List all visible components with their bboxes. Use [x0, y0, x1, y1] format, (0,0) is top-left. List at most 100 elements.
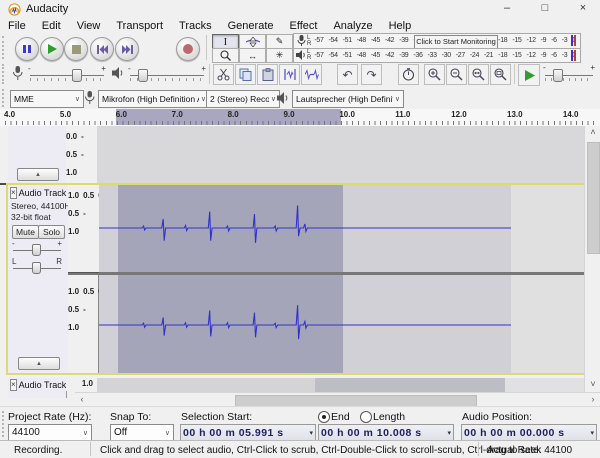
- trim-audio-button[interactable]: [279, 64, 300, 85]
- scroll-left-arrow[interactable]: ‹: [75, 393, 89, 407]
- recording-meter[interactable]: LR -57-54-51-48-45-42-39-36-33-30-27-24-…: [293, 33, 581, 49]
- menu-item[interactable]: View: [69, 20, 109, 32]
- start-monitoring-button[interactable]: Click to Start Monitoring: [414, 35, 498, 49]
- playback-meter[interactable]: LR -57-54-51-48-45-42-39-36-33-30-27-24-…: [293, 48, 581, 64]
- fit-selection-button[interactable]: [468, 64, 489, 85]
- skip-to-start-button[interactable]: [90, 37, 114, 61]
- pan-slider[interactable]: L R: [12, 259, 62, 275]
- meter-scale-number: -57: [314, 49, 323, 62]
- close-track-button[interactable]: ×: [10, 379, 17, 391]
- pan-thumb[interactable]: [32, 262, 41, 274]
- fit-project-button[interactable]: [490, 64, 511, 85]
- gain-thumb[interactable]: [32, 244, 41, 256]
- vertical-scrollbar[interactable]: ˄ ˅: [584, 126, 600, 392]
- meter-scale-number: -45: [371, 34, 380, 47]
- play-speed-slider[interactable]: - +: [543, 64, 595, 84]
- scroll-down-arrow[interactable]: ˅: [585, 378, 600, 392]
- recording-volume-thumb[interactable]: [72, 69, 82, 82]
- track-title[interactable]: Audio Track: [19, 380, 67, 390]
- menu-item[interactable]: Tracks: [171, 20, 220, 32]
- snap-to-select[interactable]: Off∨: [110, 424, 174, 441]
- envelope-tool-button[interactable]: [239, 34, 266, 49]
- recording-volume-slider[interactable]: - +: [28, 64, 106, 84]
- playback-device-select[interactable]: Lautsprecher (High Definitio∨: [292, 90, 404, 108]
- timeshift-tool-button[interactable]: ↔: [239, 48, 266, 63]
- track-waveform-segment[interactable]: [97, 378, 315, 392]
- draw-tool-button[interactable]: ✎: [266, 34, 293, 49]
- paste-button[interactable]: [257, 64, 278, 85]
- recording-channels-select[interactable]: 2 (Stereo) Recor∨: [206, 90, 280, 108]
- solo-button[interactable]: Solo: [38, 225, 65, 239]
- title-bar[interactable]: Audacity – □ ×: [0, 0, 600, 18]
- length-radio[interactable]: [360, 411, 372, 423]
- stop-button[interactable]: [64, 37, 88, 61]
- play-button[interactable]: [40, 37, 64, 61]
- zoom-out-button[interactable]: [446, 64, 467, 85]
- track-waveform-segment[interactable]: [505, 378, 584, 392]
- undo-button[interactable]: ↶: [337, 64, 358, 85]
- close-button[interactable]: ×: [568, 0, 598, 18]
- selection-start-field[interactable]: 00 h 00 m 05.991 s▾: [180, 424, 316, 441]
- audio-position-field[interactable]: 00 h 00 m 00.000 s▾: [461, 424, 597, 441]
- selection-tool-button[interactable]: I: [212, 34, 239, 49]
- track-control-panel[interactable]: ▲: [8, 126, 67, 183]
- menu-item[interactable]: Effect: [282, 20, 326, 32]
- copy-button[interactable]: [235, 64, 256, 85]
- track-control-panel[interactable]: × Audio Track ▼ Stereo, 44100Hz 32-bit f…: [8, 185, 69, 373]
- cut-button[interactable]: [213, 64, 234, 85]
- gain-slider[interactable]: - +: [12, 241, 62, 257]
- playback-volume-thumb[interactable]: [138, 69, 148, 82]
- redo-button[interactable]: ↷: [361, 64, 382, 85]
- audio-host-select[interactable]: MME∨: [10, 90, 84, 108]
- vertical-ruler-ch2[interactable]: 1.00.50.0-0.5-1.0: [68, 275, 99, 373]
- scroll-up-arrow[interactable]: ˄: [585, 126, 600, 140]
- toolbar-grip[interactable]: [2, 64, 8, 84]
- horizontal-scrollbar-thumb[interactable]: [235, 395, 477, 407]
- zoom-tool-button[interactable]: [212, 48, 239, 63]
- track-waveform-empty[interactable]: [97, 126, 584, 183]
- project-rate-select[interactable]: 44100∨: [8, 424, 92, 441]
- track-title[interactable]: Audio Track: [19, 188, 67, 198]
- track-main[interactable]: × Audio Track ▼ Stereo, 44100Hz 32-bit f…: [6, 183, 584, 375]
- collapse-track-button[interactable]: ▲: [17, 168, 59, 181]
- play-at-speed-button[interactable]: [518, 64, 540, 86]
- end-radio[interactable]: [318, 411, 330, 423]
- vertical-ruler[interactable]: 0.0-0.5-1.0: [66, 126, 98, 183]
- multi-tool-button[interactable]: ✳: [266, 48, 293, 63]
- play-speed-thumb[interactable]: [553, 69, 563, 82]
- record-button[interactable]: [176, 37, 200, 61]
- zoom-in-button[interactable]: [424, 64, 445, 85]
- menu-item[interactable]: File: [0, 20, 34, 32]
- silence-audio-button[interactable]: [301, 64, 322, 85]
- vertical-ruler-ch1[interactable]: 1.00.50.0-0.5-1.0: [68, 185, 100, 272]
- minimize-button[interactable]: –: [492, 0, 522, 18]
- playback-volume-slider[interactable]: - +: [128, 64, 206, 84]
- vertical-ruler[interactable]: 1.0: [66, 378, 98, 392]
- vertical-scrollbar-thumb[interactable]: [587, 142, 600, 254]
- track-waveform-segment[interactable]: [315, 378, 505, 392]
- mute-button[interactable]: Mute: [12, 225, 39, 239]
- scroll-right-arrow[interactable]: ›: [586, 393, 600, 407]
- collapse-track-button[interactable]: ▲: [18, 357, 60, 370]
- menu-item[interactable]: Analyze: [325, 20, 380, 32]
- horizontal-scrollbar[interactable]: ‹ ›: [75, 392, 600, 407]
- pause-button[interactable]: [15, 37, 39, 61]
- sync-lock-button[interactable]: [398, 64, 419, 85]
- menu-item[interactable]: Help: [381, 20, 420, 32]
- pan-right-label: R: [56, 257, 62, 266]
- timeline-tick-label: 9.0: [283, 110, 339, 119]
- toolbar-grip[interactable]: [2, 89, 8, 107]
- track-bottom-partial[interactable]: × Audio Track ▼ 1.0: [0, 378, 584, 392]
- track-control-panel[interactable]: × Audio Track ▼: [8, 378, 67, 392]
- close-track-button[interactable]: ×: [10, 187, 17, 199]
- timeline-ruler[interactable]: 4.05.06.07.08.09.010.011.012.013.014.0: [0, 109, 600, 127]
- track-waveform-area[interactable]: [99, 185, 585, 373]
- toolbar-grip[interactable]: [2, 36, 8, 59]
- selection-end-field[interactable]: 00 h 00 m 10.008 s▾: [318, 424, 454, 441]
- menu-item[interactable]: Generate: [220, 20, 282, 32]
- menu-item[interactable]: Edit: [34, 20, 69, 32]
- menu-item[interactable]: Transport: [108, 20, 171, 32]
- maximize-button[interactable]: □: [530, 0, 560, 18]
- skip-to-end-button[interactable]: [115, 37, 139, 61]
- recording-device-select[interactable]: Mikrofon (High Definition A∨: [98, 90, 210, 108]
